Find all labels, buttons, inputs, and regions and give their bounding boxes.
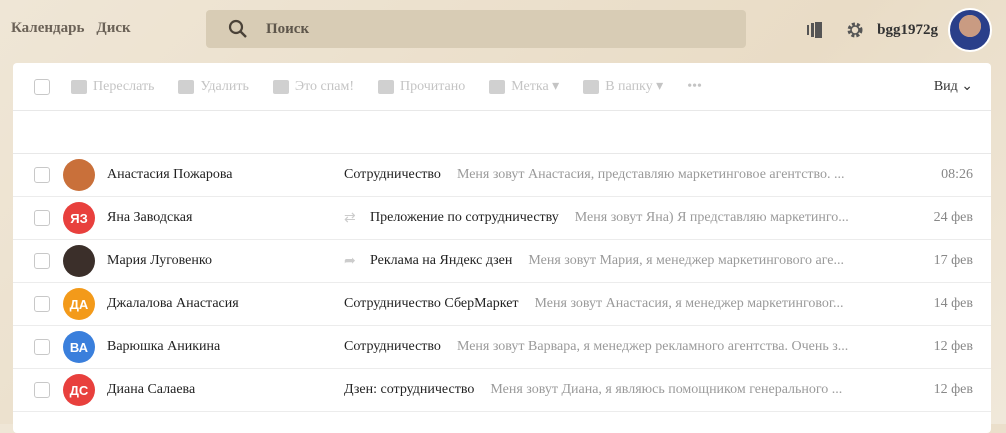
search-placeholder: Поиск [266,20,310,37]
more-button[interactable]: ••• [687,79,702,95]
sender-name: Диана Салаева [107,382,196,397]
message-subject: Сотрудничество СберМаркет [344,296,519,311]
sender-avatar: ЯЗ [63,202,95,234]
message-subject: Реклама на Яндекс дзен [370,253,513,268]
sender-name: Джалалова Анастасия [107,296,239,311]
folder-icon [583,79,600,94]
view-label: Вид [933,79,958,94]
message-date: 17 фев [933,253,973,268]
search-icon [228,19,247,38]
message-subject: Сотрудничество [344,167,441,182]
message-preview: Меня зовут Анастасия, я менеджер маркети… [534,296,844,311]
top-nav: Календарь Диск [11,20,143,37]
sender-avatar: ДС [63,374,95,406]
forwarded-icon: ➦ [344,253,356,269]
user-avatar[interactable] [948,8,992,52]
view-dropdown[interactable]: Вид ⌄ [934,78,973,95]
message-subject: Дзен: сотрудничество [344,382,475,397]
message-row[interactable]: Мария Луговенко ➦ Реклама на Яндекс дзен… [13,240,991,283]
sender-avatar: ВА [63,331,95,363]
envelope-open-icon [377,79,394,94]
message-row[interactable]: ВА Варюшка Аникина Сотрудничество Меня з… [13,326,991,369]
message-checkbox[interactable] [34,296,50,312]
message-preview: Меня зовут Мария, я менеджер маркетингов… [528,253,844,268]
message-checkbox[interactable] [34,339,50,355]
message-checkbox[interactable] [34,210,50,226]
message-date: 12 фев [933,382,973,397]
username[interactable]: bgg1972g [877,22,938,39]
mark-read-button[interactable]: Прочитано [377,78,466,95]
tag-icon [489,79,506,94]
message-preview: Меня зовут Варвара, я менеджер рекламног… [456,339,849,354]
message-date: 24 фев [933,210,973,225]
label-button[interactable]: Метка ▾ [489,78,559,95]
message-row[interactable]: Анастасия Пожарова Сотрудничество Меня з… [13,154,991,197]
message-date: 12 фев [933,339,973,354]
message-list-panel: Переслать Удалить Это спам! Прочитано Ме… [13,63,991,433]
settings-gear-icon[interactable] [845,20,865,40]
sender-name: Анастасия Пожарова [107,167,233,182]
forward-label: Переслать [93,78,155,94]
calendar-link[interactable]: Календарь [11,20,84,36]
message-subject: Сотрудничество [344,339,441,354]
message-checkbox[interactable] [34,382,50,398]
folder-label: В папку [605,78,653,94]
move-folder-button[interactable]: В папку ▾ [583,78,663,95]
message-subject: Преложение по сотрудничеству [370,210,559,225]
list-header-space [13,111,991,154]
sender-avatar [63,159,95,191]
sender-avatar: ДА [63,288,95,320]
message-row[interactable]: ДА Джалалова Анастасия Сотрудничество Сб… [13,283,991,326]
message-checkbox[interactable] [34,167,50,183]
message-preview: Меня зовут Диана, я являюсь помощником г… [490,382,843,397]
select-all-checkbox[interactable] [34,78,50,95]
delete-label: Удалить [200,78,249,94]
replied-icon: ⇄ [344,210,356,226]
sender-name: Яна Заводская [107,210,193,225]
disk-link[interactable]: Диск [96,20,130,36]
message-date: 08:26 [941,167,973,182]
message-date: 14 фев [933,296,973,311]
sender-name: Варюшка Аникина [107,339,221,354]
message-checkbox[interactable] [34,253,50,269]
forward-icon [71,79,87,94]
spam-button[interactable]: Это спам! [272,78,354,95]
toolbar: Переслать Удалить Это спам! Прочитано Ме… [13,63,991,111]
message-preview: Меня зовут Яна) Я представляю маркетинго… [574,210,849,225]
forward-button[interactable]: Переслать [71,79,154,95]
trash-icon [178,79,195,94]
message-row[interactable]: ДС Диана Салаева Дзен: сотрудничество Ме… [13,369,991,412]
read-label: Прочитано [399,78,466,94]
apps-icon[interactable] [805,20,825,40]
search-input[interactable]: Поиск [206,10,746,48]
label-label: Метка [511,78,549,94]
spam-label: Это спам! [294,78,354,94]
message-row[interactable]: ЯЗ Яна Заводская ⇄ Преложение по сотрудн… [13,197,991,240]
fire-icon [272,79,289,94]
delete-button[interactable]: Удалить [178,78,249,95]
sender-name: Мария Луговенко [107,253,212,268]
sender-avatar [63,245,95,277]
message-preview: Меня зовут Анастасия, представляю маркет… [456,167,845,182]
